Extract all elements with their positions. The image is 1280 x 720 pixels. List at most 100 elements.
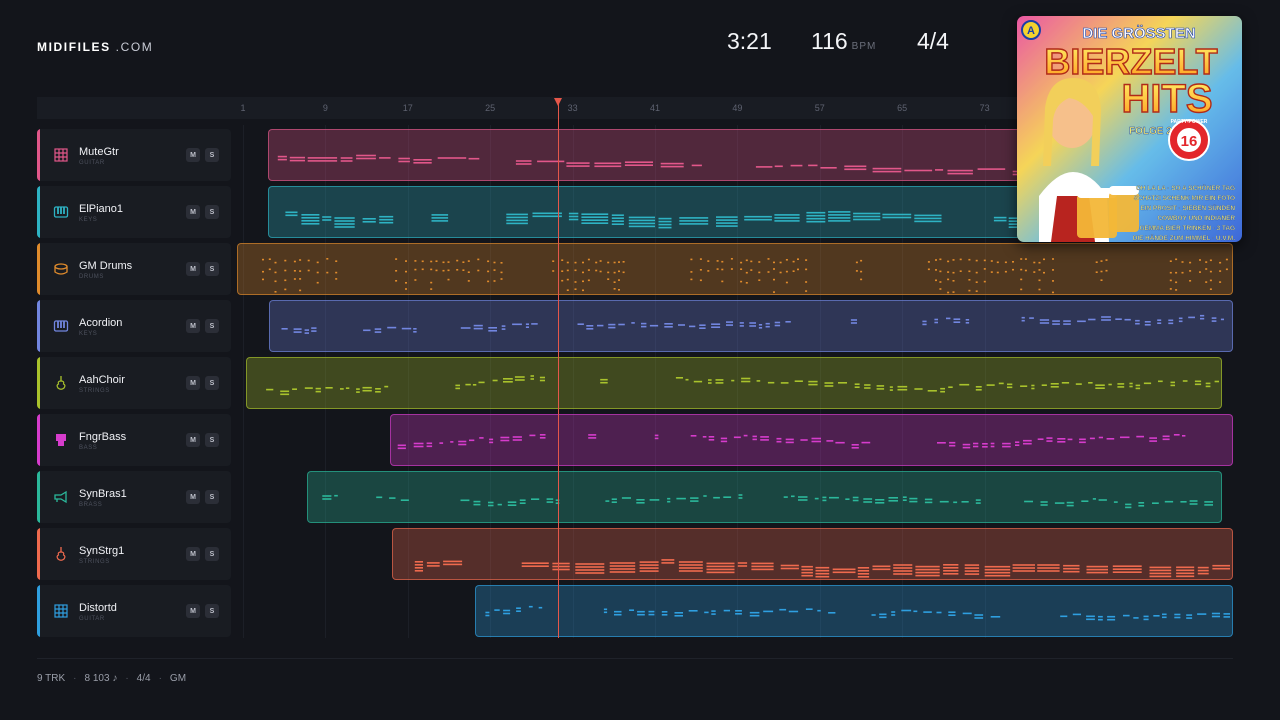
solo-button[interactable]: S xyxy=(205,262,219,276)
mute-button[interactable]: M xyxy=(186,148,200,162)
midi-region[interactable] xyxy=(268,186,1028,238)
ruler-tick: 57 xyxy=(814,103,825,113)
mute-button[interactable]: M xyxy=(186,376,200,390)
note-pattern xyxy=(266,375,1219,396)
track-category: DRUMS xyxy=(79,274,104,280)
mute-button[interactable]: M xyxy=(186,262,200,276)
track-color-bar xyxy=(37,300,40,352)
ruler-tick: 49 xyxy=(732,103,743,113)
brand-logo: MIDIFILES .COM xyxy=(37,40,153,54)
solo-button[interactable]: S xyxy=(205,376,219,390)
solo-button[interactable]: S xyxy=(205,604,219,618)
song-duration: 3:21 xyxy=(727,28,772,54)
track-category: BASS xyxy=(79,445,98,451)
bass-icon xyxy=(52,431,70,449)
track-color-bar xyxy=(37,528,40,580)
footer-note-count: 8 103 ♪ xyxy=(84,673,118,684)
cover-badge: A xyxy=(1027,25,1035,37)
cover-folge: FOLGE 2 xyxy=(1129,126,1172,137)
tempo-value: 116 xyxy=(811,28,848,54)
brand-domain: .COM xyxy=(115,40,154,54)
track-header[interactable]: AahChoir STRINGS M S xyxy=(37,357,231,409)
track-header[interactable]: Distortd GUITAR M S xyxy=(37,585,231,637)
note-pattern xyxy=(414,559,1230,578)
solo-button[interactable]: S xyxy=(205,490,219,504)
note-pattern xyxy=(281,314,1224,334)
track-header[interactable]: Acordion KEYS M S xyxy=(37,300,231,352)
cover-title-line2: BIERZELT xyxy=(1044,41,1217,82)
ruler-tick: 17 xyxy=(402,103,413,113)
track-header[interactable]: MuteGtr GUITAR M S xyxy=(37,129,231,181)
ruler-tick: 73 xyxy=(979,103,990,113)
midi-region[interactable] xyxy=(269,300,1233,352)
midi-region[interactable] xyxy=(237,243,1233,295)
tempo-display: 116 BPM xyxy=(811,28,876,55)
solo-button[interactable]: S xyxy=(205,433,219,447)
track-color-bar xyxy=(37,585,40,637)
playhead-line[interactable] xyxy=(558,104,559,638)
track-header[interactable]: SynBras1 BRASS M S xyxy=(37,471,231,523)
cover-song-2: SCHATZI SCHENK MIR EIN FOTO xyxy=(1134,195,1235,202)
album-cover-art: A DIE GRÖSSTEN BIERZELT HITS FOLGE 2 16 … xyxy=(1017,16,1242,242)
midi-region[interactable] xyxy=(307,471,1222,523)
midi-region[interactable] xyxy=(475,585,1233,637)
drum-icon xyxy=(52,260,70,278)
track-header[interactable]: ElPiano1 KEYS M S xyxy=(37,186,231,238)
guitar-grid-icon xyxy=(52,146,70,164)
track-color-bar xyxy=(37,471,40,523)
mute-button[interactable]: M xyxy=(186,205,200,219)
note-pattern xyxy=(322,494,1213,509)
track-category: STRINGS xyxy=(79,559,110,565)
track-name: SynBras1 xyxy=(79,488,127,500)
mute-button[interactable]: M xyxy=(186,319,200,333)
trumpet-icon xyxy=(52,488,70,506)
grid-line xyxy=(243,125,244,638)
ruler-tick: 33 xyxy=(567,103,578,113)
track-name: Acordion xyxy=(79,317,123,329)
track-category: GUITAR xyxy=(79,160,105,166)
note-pattern xyxy=(285,211,1025,229)
note-pattern xyxy=(277,154,1025,176)
midi-region[interactable] xyxy=(246,357,1222,409)
brand-name: MIDIFILES xyxy=(37,40,111,54)
track-name: Distortd xyxy=(79,602,117,614)
time-signature: 4/4 xyxy=(917,28,949,54)
mute-button[interactable]: M xyxy=(186,604,200,618)
track-category: GUITAR xyxy=(79,616,105,622)
solo-button[interactable]: S xyxy=(205,319,219,333)
track-header[interactable]: SynStrg1 STRINGS M S xyxy=(37,528,231,580)
track-category: STRINGS xyxy=(79,388,110,394)
footer-track-count: 9 TRK xyxy=(37,673,66,684)
solo-button[interactable]: S xyxy=(205,547,219,561)
ruler-tick: 1 xyxy=(240,103,246,113)
violin-icon xyxy=(52,545,70,563)
cover-song-1: OH LA LA · SO A SCHÖNER TAG xyxy=(1136,183,1235,192)
footer-standard: GM xyxy=(169,673,187,684)
ruler-tick: 25 xyxy=(485,103,496,113)
track-header[interactable]: GM Drums DRUMS M S xyxy=(37,243,231,295)
mute-button[interactable]: M xyxy=(186,433,200,447)
cover-song-5: GEMMA BIER TRINKEN · 3 TAG xyxy=(1139,225,1235,232)
solo-button[interactable]: S xyxy=(205,205,219,219)
mute-button[interactable]: M xyxy=(186,490,200,504)
cover-song-4: COWBOY UND INDIANER xyxy=(1157,215,1235,222)
tempo-unit: BPM xyxy=(851,41,877,52)
track-name: ElPiano1 xyxy=(79,203,124,215)
track-name: MuteGtr xyxy=(79,146,119,158)
cover-song-6: DIE HÄNDE ZUM HIMMEL · U.V.M. xyxy=(1133,234,1235,242)
track-color-bar xyxy=(37,243,40,295)
track-header[interactable]: FngrBass BASS M S xyxy=(37,414,231,466)
track-color-bar xyxy=(37,414,40,466)
midi-region[interactable] xyxy=(390,414,1233,466)
ruler-tick: 41 xyxy=(649,103,661,113)
keys-icon xyxy=(52,203,70,221)
note-pattern xyxy=(397,434,1186,450)
track-color-bar xyxy=(37,186,40,238)
midi-region[interactable] xyxy=(268,129,1028,181)
midi-region[interactable] xyxy=(392,528,1233,580)
track-name: SynStrg1 xyxy=(79,545,125,557)
keys-icon xyxy=(52,317,70,335)
solo-button[interactable]: S xyxy=(205,148,219,162)
footer-stats: 9 TRK · 8 103 ♪ · 4/4 · GM xyxy=(37,673,187,684)
mute-button[interactable]: M xyxy=(186,547,200,561)
